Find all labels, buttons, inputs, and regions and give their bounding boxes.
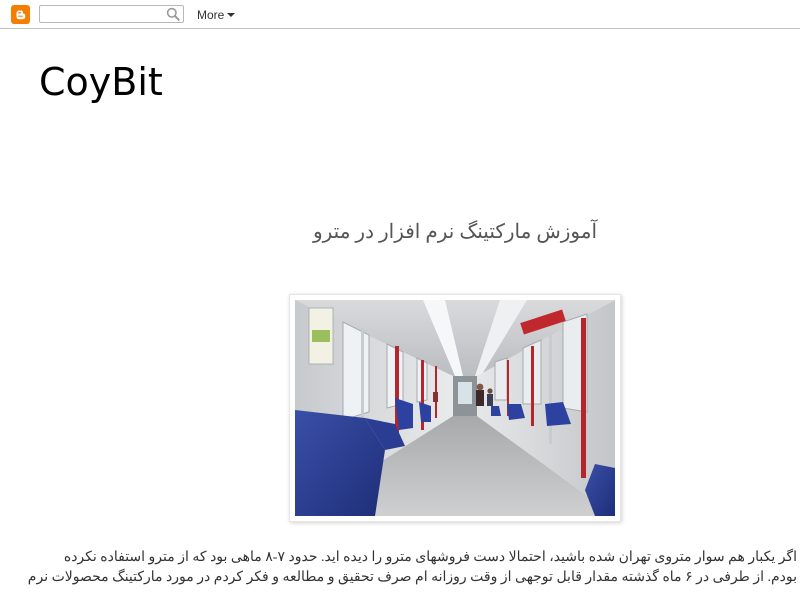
more-label: More (197, 8, 225, 22)
post-title[interactable]: آموزش مارکتینگ نرم افزار در مترو (0, 219, 800, 244)
post-body: اگر یکبار هم سوار متروی تهران شده باشید،… (0, 548, 797, 600)
post-body-line: اگر یکبار هم سوار متروی تهران شده باشید،… (63, 550, 797, 565)
search-input[interactable] (40, 6, 173, 22)
caret-down-icon (227, 13, 236, 17)
subway-car-interior-image (295, 300, 615, 516)
search-box (39, 5, 184, 23)
blog-title[interactable]: CoyBit (39, 61, 163, 104)
blogger-icon[interactable] (11, 5, 30, 24)
post-body-line: بودم. از طرفی در ۶ ماه گذشته مقدار قابل … (27, 570, 797, 585)
blogger-navbar: More (0, 0, 800, 29)
search-icon[interactable] (166, 7, 180, 21)
post-image[interactable] (289, 294, 621, 522)
more-menu-button[interactable]: More (197, 6, 236, 24)
